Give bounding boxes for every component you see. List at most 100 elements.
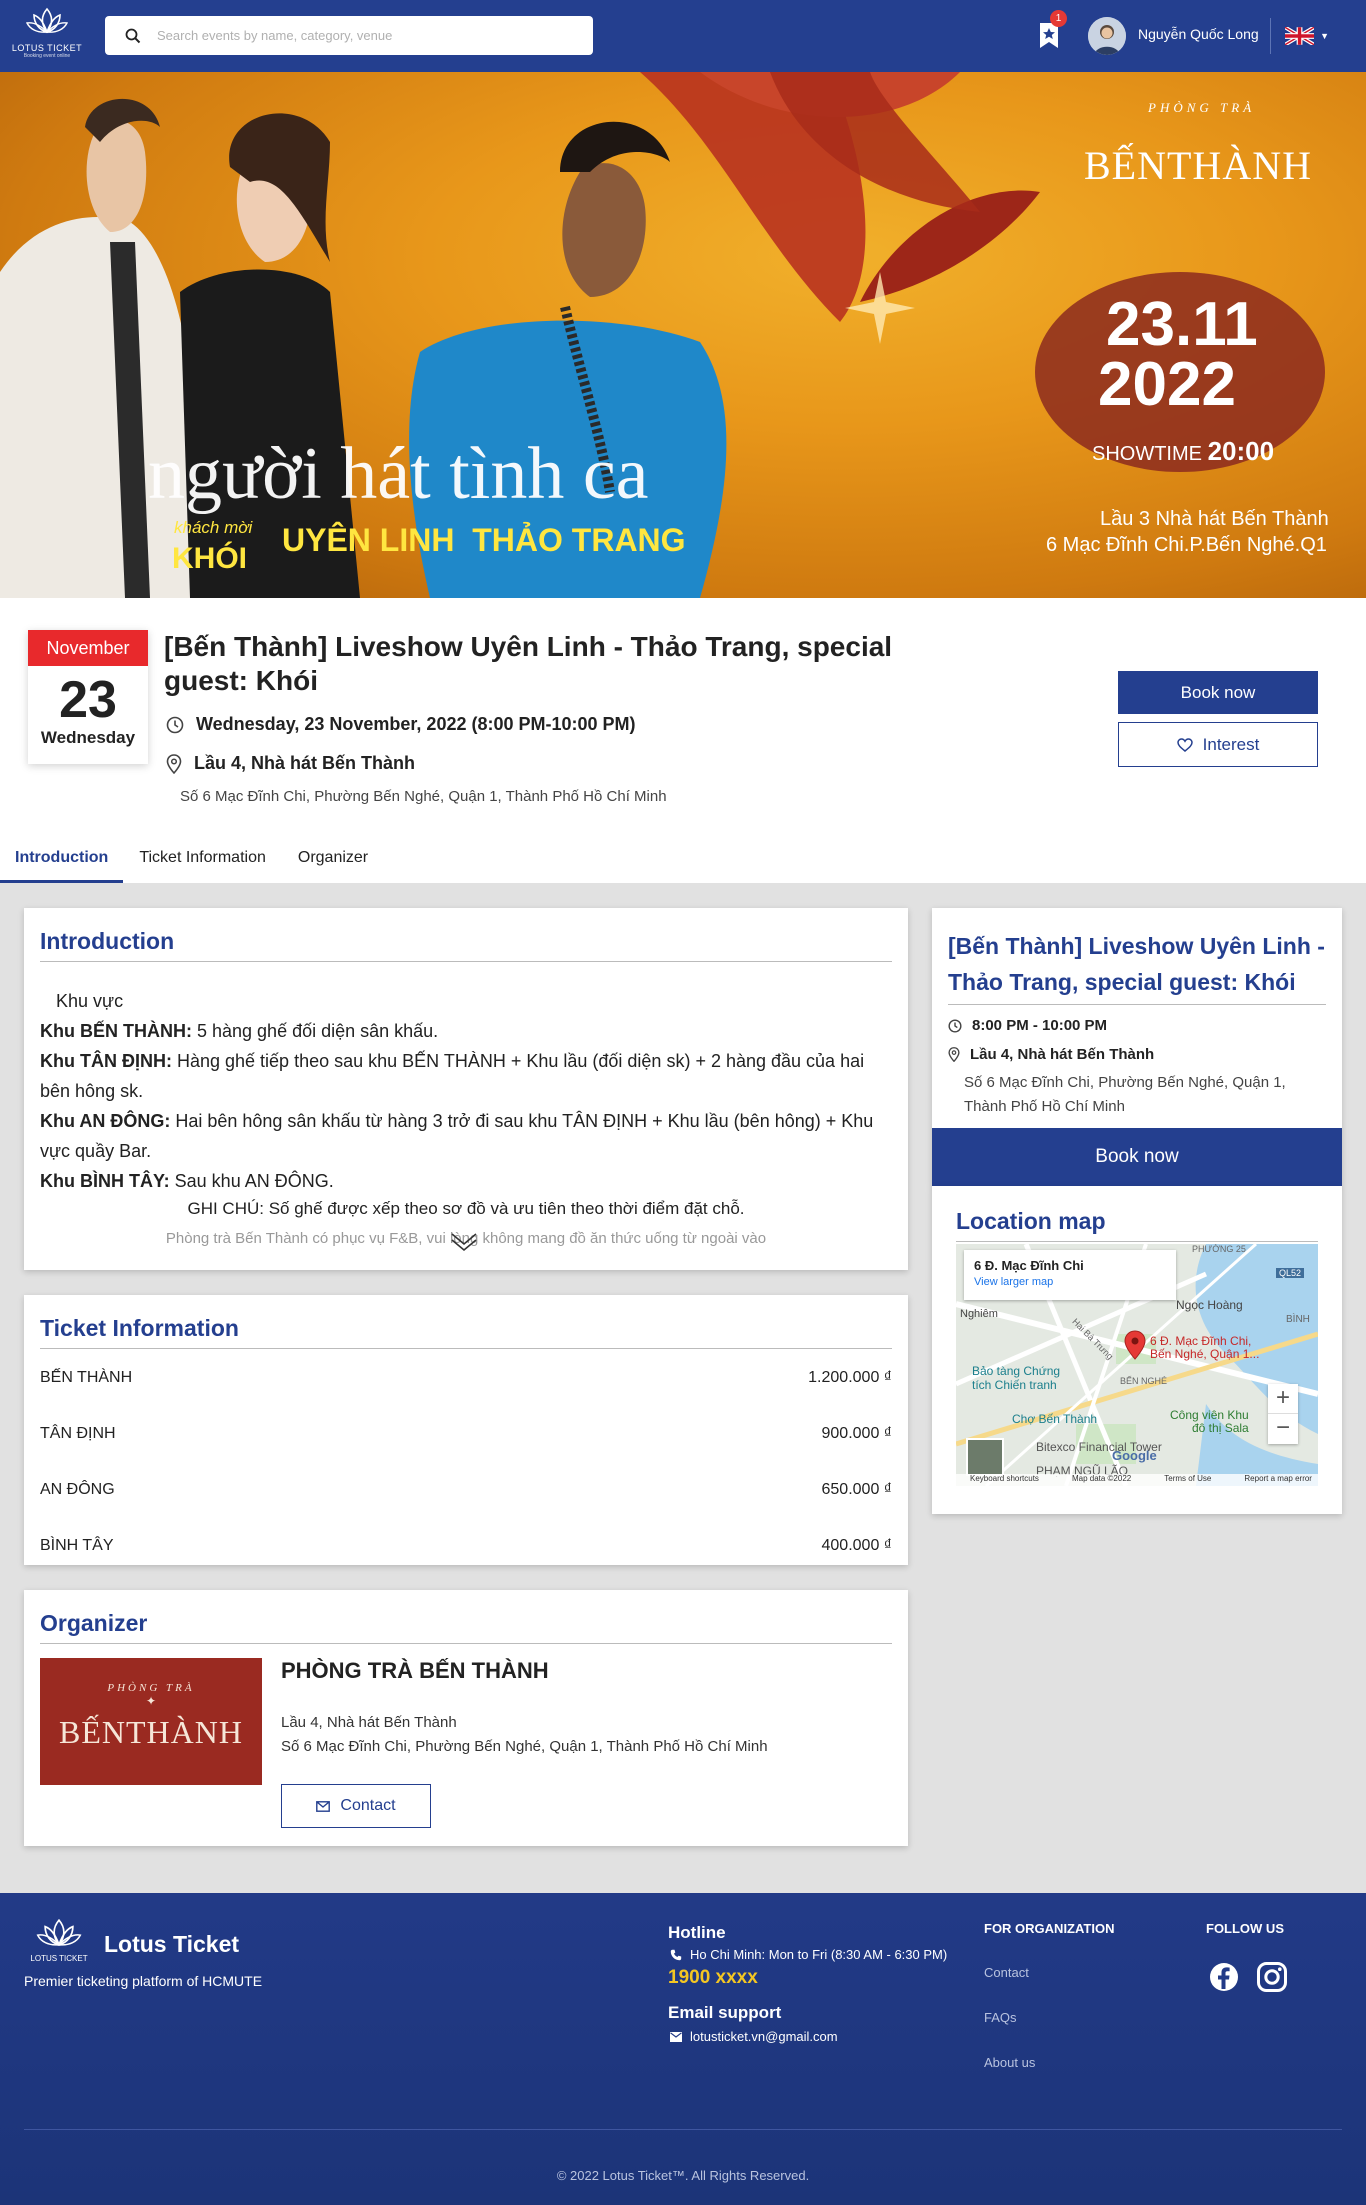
mail-icon	[316, 1800, 331, 1812]
footer-link-about-us[interactable]: About us	[984, 2055, 1035, 2070]
mail-icon	[670, 2031, 682, 2042]
banner-show-name: người hát tình ca	[148, 433, 649, 515]
site-logo[interactable]: LOTUS TICKET Booking event online	[10, 6, 84, 64]
copyright: © 2022 Lotus Ticket™. All Rights Reserve…	[556, 2168, 810, 2183]
map-label: Bảo tàng Chứng	[972, 1364, 1061, 1378]
event-weekday: Wednesday	[40, 728, 136, 747]
zone-desc: Sau khu AN ĐÔNG.	[169, 1171, 334, 1191]
banner-guest-label: khách mời	[174, 518, 253, 537]
interest-label: Interest	[1202, 734, 1260, 754]
introduction-lead: Khu vực	[56, 991, 124, 1011]
map-pin-label1: 6 Đ. Mạc Đĩnh Chi,	[1150, 1334, 1252, 1348]
user-avatar[interactable]	[1088, 17, 1126, 55]
sparkle-icon: ✦	[145, 1694, 157, 1708]
avatar-image	[1088, 17, 1126, 55]
location-pin-icon	[166, 753, 182, 774]
view-larger-map-link[interactable]: View larger map	[974, 1276, 1166, 1288]
ticket-list: BẾN THÀNH 1.200.000 ₫ TÂN ĐỊNH 900.000 ₫ A…	[40, 1369, 892, 1593]
map-zoom-controls: + −	[1268, 1384, 1298, 1444]
tab-ticket-information[interactable]: Ticket Information	[123, 838, 282, 883]
zoom-in-button[interactable]: +	[1268, 1384, 1298, 1414]
banner-showtime-label: SHOWTIME	[1092, 443, 1202, 465]
tab-introduction[interactable]: Introduction	[0, 838, 124, 883]
map-label: Ngọc Hoàng	[1176, 1298, 1243, 1312]
banner-venue-line1: Lầu 3 Nhà hát Bến Thành	[1100, 508, 1329, 530]
map-label: PHƯỜNG 25	[1192, 1244, 1246, 1254]
terms-link[interactable]: Terms of Use	[1164, 1474, 1211, 1486]
introduction-card: Introduction Khu vực Khu BẾN THÀNH: 5 hà…	[24, 908, 908, 1270]
event-datetime-row: Wednesday, 23 November, 2022 (8:00 PM-10…	[166, 714, 636, 735]
ticket-price: 400.000 ₫	[821, 1537, 893, 1554]
book-now-button[interactable]: Book now	[1118, 671, 1318, 714]
organizer-logo: PHÒNG TRÀ ✦ BẾNTHÀNH	[40, 1658, 262, 1785]
banner-venue-line2: 6 Mạc Đĩnh Chi.P.Bến Nghé.Q1	[1046, 534, 1327, 556]
zoom-out-button[interactable]: −	[1268, 1414, 1298, 1444]
map-place-name: 6 Đ. Mạc Đĩnh Chi	[974, 1258, 1084, 1273]
sidebar-address: Số 6 Mạc Đĩnh Chi, Phường Bến Nghé, Quận…	[964, 1074, 1286, 1115]
email-row: lotusticket.vn@gmail.com	[670, 2029, 838, 2044]
zone-item: Khu AN ĐÔNG: Hai bên hông sân khấu từ hà…	[40, 1106, 892, 1166]
zone-desc: 5 hàng ghế đối diện sân khấu.	[191, 1021, 439, 1041]
organizer-heading: Organizer	[40, 1610, 892, 1644]
language-selector[interactable]: ▼	[1285, 26, 1329, 46]
organizer-name: PHÒNG TRÀ BẾN THÀNH	[281, 1658, 549, 1683]
bookmark-count-badge: 1	[1050, 10, 1067, 27]
hotline-heading: Hotline	[668, 1923, 726, 1942]
ticket-information-heading: Ticket Information	[40, 1315, 892, 1349]
map-label: BẾN NGHÉ	[1120, 1376, 1168, 1386]
footer-tagline: Premier ticketing platform of HCMUTE	[24, 1973, 263, 1989]
sidebar-event-title: [Bến Thành] Liveshow Uyên Linh - Thảo Tr…	[948, 928, 1326, 1005]
bookmark-button[interactable]: 1	[1034, 10, 1067, 52]
map-pin-label2: Bến Nghé, Quận 1...	[1150, 1347, 1260, 1361]
banner-showtime: SHOWTIME 20:00	[1092, 436, 1274, 467]
keyboard-shortcuts-link[interactable]: Keyboard shortcuts	[970, 1474, 1039, 1486]
event-tabs: Introduction Ticket Information Organize…	[0, 838, 384, 883]
google-map[interactable]: 6 Đ. Mạc Đĩnh Chi View larger map Nghiêm…	[956, 1244, 1318, 1486]
organizer-card: Organizer PHÒNG TRÀ ✦ BẾNTHÀNH PHÒNG TRÀ…	[24, 1590, 908, 1846]
footer-brand: Lotus Ticket	[104, 1931, 240, 1957]
lotus-icon	[25, 7, 69, 34]
map-satellite-toggle[interactable]	[966, 1438, 1004, 1476]
location-map-heading: Location map	[956, 1208, 1318, 1242]
interest-button[interactable]: Interest	[1118, 722, 1318, 767]
instagram-icon[interactable]	[1256, 1961, 1288, 1993]
google-logo: Google	[1112, 1448, 1157, 1463]
map-pin-icon	[1124, 1330, 1146, 1360]
event-month: November	[28, 630, 148, 666]
heart-icon	[1176, 737, 1193, 752]
event-banner: PHÒNG TRÀ BẾNTHÀNH 23.11 2022 SHOWTIME 2…	[0, 72, 1366, 598]
footer-link-contact[interactable]: Contact	[984, 1965, 1029, 1980]
footer-logo[interactable]: LOTUS TICKET	[26, 1917, 92, 1963]
clock-icon	[166, 716, 184, 733]
support-email[interactable]: lotusticket.vn@gmail.com	[690, 2029, 838, 2044]
organizer-address-line1: Lầu 4, Nhà hát Bến Thành	[281, 1714, 457, 1731]
banner-brand-big: BẾNTHÀNH	[1084, 143, 1312, 188]
hotline-number[interactable]: 1900 xxxx	[668, 1967, 758, 1989]
tab-organizer[interactable]: Organizer	[282, 838, 384, 883]
map-attribution: Keyboard shortcuts Map data ©2022 Terms …	[956, 1474, 1318, 1486]
banner-artists: UYÊN LINH THẢO TRANG	[282, 522, 686, 558]
expand-chevron-icon[interactable]	[450, 1232, 478, 1252]
map-label: Chợ Bến Thành	[1012, 1412, 1098, 1426]
search-input[interactable]	[157, 28, 577, 43]
contact-organizer-button[interactable]: Contact	[281, 1784, 431, 1828]
footer-logo-text: LOTUS TICKET	[30, 1954, 88, 1963]
footer-link-faqs[interactable]: FAQs	[984, 2010, 1017, 2025]
top-navbar: LOTUS TICKET Booking event online 1 Nguy…	[0, 0, 1366, 72]
event-day: 23	[59, 671, 117, 729]
zone-name: Khu BÌNH TÂY:	[40, 1171, 170, 1191]
banner-date-line1: 23.11	[1106, 290, 1258, 359]
event-venue: Lầu 4, Nhà hát Bến Thành	[194, 753, 416, 773]
sidebar-book-now-button[interactable]: Book now	[932, 1128, 1342, 1186]
organizer-logo-big: BẾNTHÀNH	[59, 1714, 243, 1750]
facebook-icon[interactable]	[1208, 1961, 1240, 1993]
ticket-price: 900.000 ₫	[821, 1425, 893, 1442]
introduction-note: GHI CHÚ: Số ghế được xếp theo sơ đồ và ư…	[187, 1199, 745, 1218]
organizer-address-line2: Số 6 Mạc Đĩnh Chi, Phường Bến Nghé, Quận…	[281, 1738, 768, 1755]
logo-subtext: Booking event online	[23, 53, 71, 59]
report-map-error-link[interactable]: Report a map error	[1244, 1474, 1312, 1486]
user-name[interactable]: Nguyễn Quốc Long	[1138, 26, 1259, 42]
footer-divider	[24, 2129, 1342, 2130]
event-address: Số 6 Mạc Đĩnh Chi, Phường Bến Nghé, Quận…	[180, 788, 667, 805]
zone-name: Khu BẾN THÀNH:	[40, 1021, 192, 1041]
